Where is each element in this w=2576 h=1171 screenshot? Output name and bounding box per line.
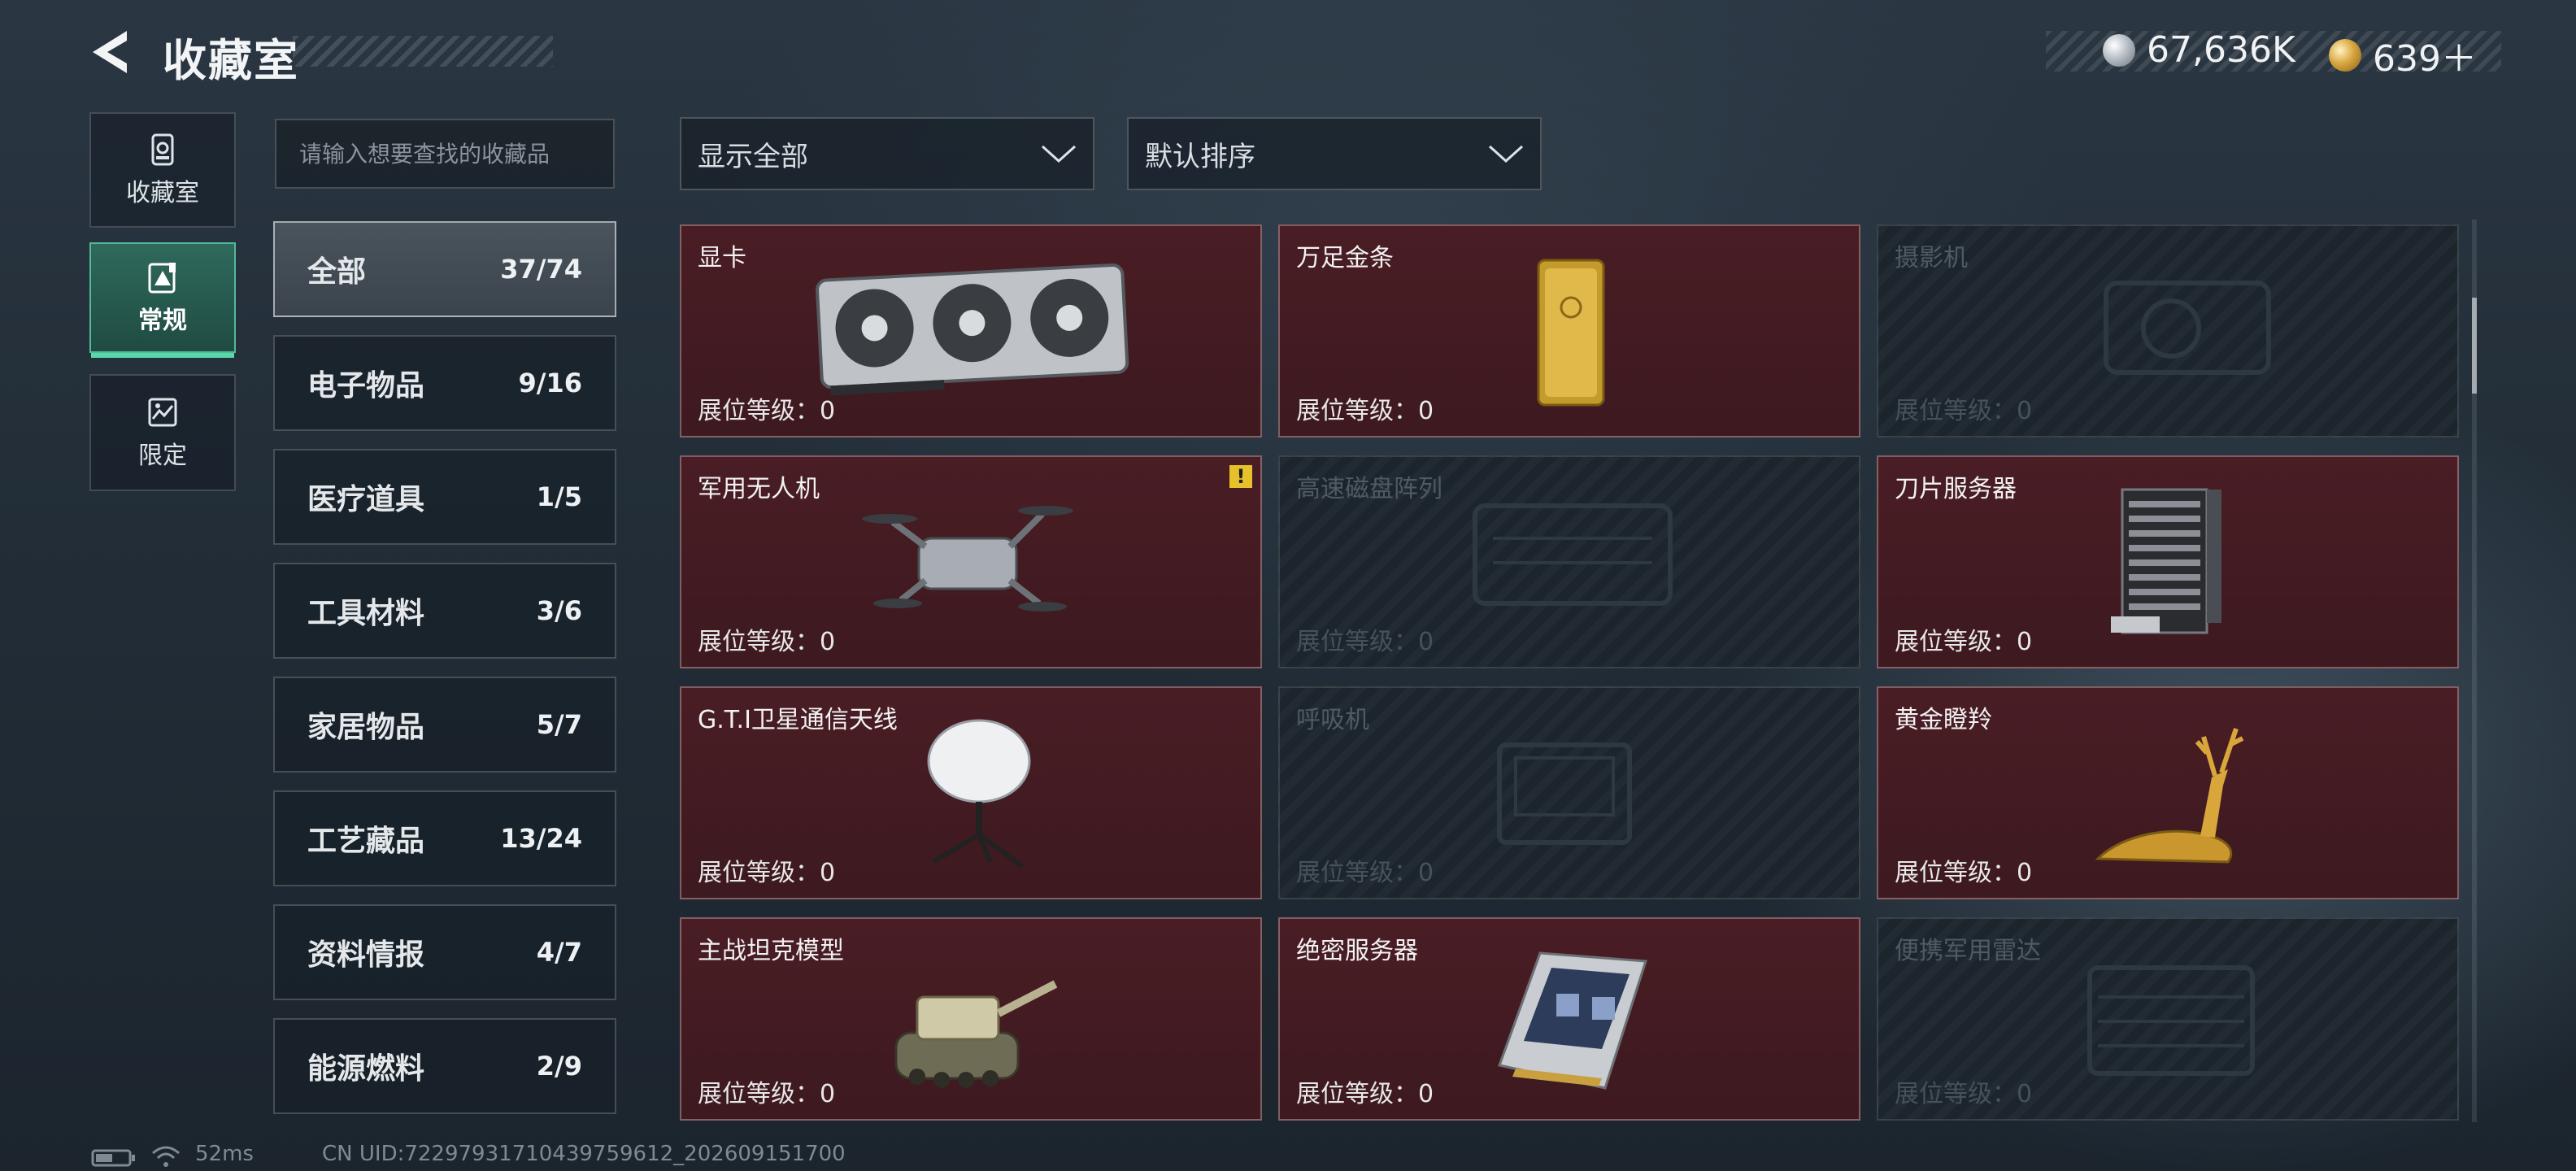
- collection-card[interactable]: 便携军用雷达 展位等级：0: [1877, 917, 2459, 1121]
- item-level: 展位等级：0: [1895, 397, 2033, 425]
- chevron-down-icon: [1041, 145, 1077, 163]
- collection-card[interactable]: 军用无人机 ! 展位等级：0: [680, 455, 1262, 668]
- title-decoration: [293, 36, 553, 67]
- category-name: 电子物品: [307, 369, 425, 403]
- grid-scrollbar-thumb[interactable]: [2472, 298, 2477, 394]
- back-arrow-icon[interactable]: [86, 28, 138, 76]
- category-name: 工具材料: [307, 597, 425, 630]
- gold-amount: 639＋: [2373, 38, 2477, 80]
- category-count: 4/7: [536, 937, 582, 968]
- uid-text: CN UID:72297931710439759612_202609151700: [322, 1142, 846, 1166]
- category-count: 2/9: [536, 1051, 582, 1082]
- item-name: 万足金条: [1296, 244, 1394, 272]
- sort-dropdown[interactable]: 默认排序: [1127, 117, 1542, 190]
- currency-gold[interactable]: 639＋: [2329, 29, 2477, 81]
- category-name: 全部: [307, 255, 367, 289]
- item-name: 呼吸机: [1296, 706, 1369, 734]
- collection-card[interactable]: 主战坦克模型 展位等级：0: [680, 917, 1262, 1121]
- collection-card[interactable]: G.T.I卫星通信天线 展位等级：0: [680, 686, 1262, 899]
- category-name: 资料情报: [307, 938, 425, 972]
- collection-card[interactable]: 黄金瞪羚 展位等级：0: [1877, 686, 2459, 899]
- item-name: G.T.I卫星通信天线: [698, 706, 898, 734]
- category-count: 1/5: [536, 481, 582, 512]
- collection-card[interactable]: 显卡 展位等级：0: [680, 224, 1262, 437]
- silver-coin-icon: [2103, 33, 2135, 67]
- item-level: 展位等级：0: [1895, 1080, 2033, 1108]
- gold-coin-icon: [2329, 39, 2361, 72]
- category-crafts[interactable]: 工艺藏品 13/24: [273, 790, 616, 886]
- item-name: 高速磁盘阵列: [1296, 475, 1442, 503]
- rail-tab-regular[interactable]: 常规: [89, 242, 236, 358]
- filter-show-value: 显示全部: [698, 140, 808, 173]
- regular-icon: [148, 263, 176, 294]
- item-name: 绝密服务器: [1296, 937, 1418, 965]
- page-title: 收藏室: [163, 35, 299, 86]
- ping-text: 52ms: [195, 1142, 254, 1166]
- item-level: 展位等级：0: [1296, 397, 1434, 425]
- category-count: 3/6: [536, 595, 582, 626]
- category-medical[interactable]: 医疗道具 1/5: [273, 449, 616, 545]
- item-level: 展位等级：0: [1296, 628, 1434, 656]
- category-all[interactable]: 全部 37/74: [273, 221, 616, 317]
- chevron-down-icon: [1488, 145, 1524, 163]
- item-level: 展位等级：0: [1296, 859, 1434, 887]
- silver-amount: 67,636K: [2147, 29, 2295, 71]
- category-electronics[interactable]: 电子物品 9/16: [273, 335, 616, 431]
- currency-silver[interactable]: 67,636K: [2103, 29, 2295, 71]
- category-name: 医疗道具: [307, 483, 425, 516]
- item-name: 刀片服务器: [1895, 475, 2017, 503]
- battery-icon: [91, 1149, 135, 1167]
- item-name: 主战坦克模型: [698, 937, 844, 965]
- item-level: 展位等级：0: [1296, 1080, 1434, 1108]
- rail-tab-label: 收藏室: [126, 179, 199, 207]
- category-tools[interactable]: 工具材料 3/6: [273, 563, 616, 659]
- collection-card[interactable]: 绝密服务器 展位等级：0: [1278, 917, 1860, 1121]
- item-level: 展位等级：0: [1895, 628, 2033, 656]
- collection-card[interactable]: 刀片服务器 展位等级：0: [1877, 455, 2459, 668]
- collection-card[interactable]: 高速磁盘阵列 展位等级：0: [1278, 455, 1860, 668]
- item-name: 黄金瞪羚: [1895, 706, 1992, 734]
- sort-value: 默认排序: [1145, 140, 1255, 173]
- category-household[interactable]: 家居物品 5/7: [273, 677, 616, 773]
- rail-tab-label: 限定: [138, 442, 187, 470]
- item-name: 显卡: [698, 244, 746, 272]
- category-energy[interactable]: 能源燃料 2/9: [273, 1018, 616, 1114]
- limited-icon: [148, 398, 177, 427]
- rail-tab-limited[interactable]: 限定: [89, 374, 236, 491]
- item-name: 军用无人机: [698, 475, 820, 503]
- rail-tab-collection[interactable]: 收藏室: [89, 112, 236, 228]
- category-intel[interactable]: 资料情报 4/7: [273, 904, 616, 1000]
- category-count: 9/16: [518, 368, 582, 398]
- collection-card[interactable]: 呼吸机 展位等级：0: [1278, 686, 1860, 899]
- item-level: 展位等级：0: [698, 859, 836, 887]
- alert-badge: !: [1229, 465, 1252, 488]
- collection-card[interactable]: 摄影机 展位等级：0: [1877, 224, 2459, 437]
- category-name: 工艺藏品: [307, 825, 425, 858]
- item-level: 展位等级：0: [698, 1080, 836, 1108]
- category-count: 37/74: [500, 254, 582, 285]
- collection-icon: [151, 133, 174, 166]
- wifi-icon: [152, 1146, 180, 1167]
- category-count: 5/7: [536, 709, 582, 740]
- category-count: 13/24: [500, 823, 582, 854]
- item-level: 展位等级：0: [698, 628, 836, 656]
- category-name: 家居物品: [307, 711, 425, 744]
- item-name: 摄影机: [1895, 244, 1968, 272]
- item-level: 展位等级：0: [1895, 859, 2033, 887]
- collection-search-input[interactable]: [275, 119, 615, 189]
- category-name: 能源燃料: [307, 1052, 425, 1086]
- item-level: 展位等级：0: [698, 397, 836, 425]
- collection-card[interactable]: 万足金条 展位等级：0: [1278, 224, 1860, 437]
- filter-show-dropdown[interactable]: 显示全部: [680, 117, 1094, 190]
- item-name: 便携军用雷达: [1895, 937, 2041, 965]
- rail-tab-label: 常规: [138, 307, 187, 335]
